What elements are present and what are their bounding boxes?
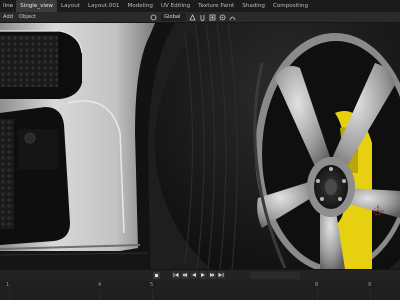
tab-modeling[interactable]: Modeling xyxy=(123,0,156,12)
transform-orientation-dropdown[interactable]: Global xyxy=(160,13,186,21)
object-menu[interactable]: Object xyxy=(16,14,39,20)
tab-single-view[interactable]: Single_view xyxy=(16,0,57,12)
jump-start-button[interactable] xyxy=(172,271,180,279)
viewport-render xyxy=(0,23,400,269)
timeline-header xyxy=(0,269,400,281)
play-icon xyxy=(201,273,205,277)
tab-layout-001[interactable]: Layout.001 xyxy=(84,0,123,12)
playback-controls xyxy=(172,271,225,279)
viewport-header: Add Object Global xyxy=(0,12,400,23)
frame-tick xyxy=(152,290,153,300)
frame-label: 1 xyxy=(6,282,10,288)
frame-label: 4 xyxy=(98,282,102,288)
jump-start-icon xyxy=(173,273,179,277)
3d-viewport[interactable] xyxy=(0,23,400,269)
transform-orientation-icon xyxy=(150,13,158,21)
prev-keyframe-button[interactable] xyxy=(181,271,189,279)
menu-partial[interactable]: line xyxy=(0,3,16,9)
frame-tick xyxy=(317,290,318,300)
jump-end-button[interactable] xyxy=(217,271,225,279)
blender-window: line Single_view Layout Layout.001 Model… xyxy=(0,0,400,300)
snap-target-icon[interactable] xyxy=(209,13,217,21)
frame-label: 9 xyxy=(368,282,372,288)
auto-keying-button[interactable] xyxy=(153,272,160,279)
jump-end-icon xyxy=(218,273,224,277)
play-reverse-button[interactable] xyxy=(190,271,198,279)
next-keyframe-icon xyxy=(210,273,215,277)
falloff-icon[interactable] xyxy=(229,13,237,21)
tab-compositing[interactable]: Compositing xyxy=(269,0,312,12)
tab-uv-editing[interactable]: UV Editing xyxy=(157,0,194,12)
proportional-editing-icon[interactable] xyxy=(219,13,227,21)
workspace-bar: line Single_view Layout Layout.001 Model… xyxy=(0,0,400,12)
frame-label: 5 xyxy=(150,282,154,288)
add-menu[interactable]: Add xyxy=(0,14,16,20)
prev-keyframe-icon xyxy=(182,273,187,277)
pivot-point-icon[interactable] xyxy=(189,13,197,21)
frame-tick xyxy=(9,290,10,300)
tab-layout[interactable]: Layout xyxy=(57,0,84,12)
frame-label: 8 xyxy=(315,282,319,288)
play-button[interactable] xyxy=(199,271,207,279)
next-keyframe-button[interactable] xyxy=(208,271,216,279)
tab-texture-paint[interactable]: Texture Paint xyxy=(194,0,238,12)
tab-shading[interactable]: Shading xyxy=(238,0,269,12)
play-reverse-icon xyxy=(192,273,196,277)
frame-tick xyxy=(100,290,101,300)
timeline-ruler[interactable]: 1 4 5 8 9 xyxy=(0,281,400,300)
snap-icon[interactable] xyxy=(199,13,207,21)
frame-range-field[interactable] xyxy=(250,272,300,279)
record-icon xyxy=(155,274,158,277)
frame-tick xyxy=(370,290,371,300)
